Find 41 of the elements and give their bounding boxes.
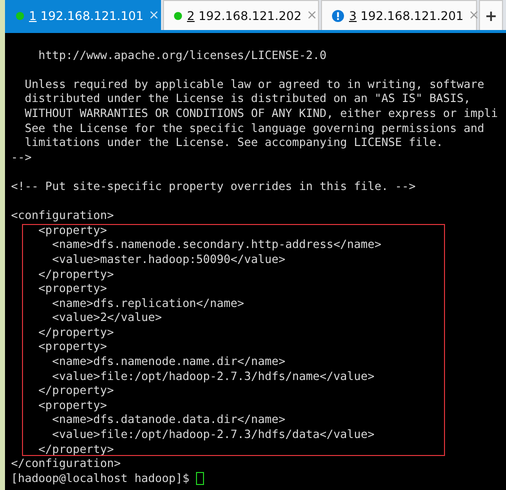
terminal-line: <name>dfs.namenode.secondary.http-address</name> (51, 237, 382, 252)
terminal-line: See the License for the specific language governing permissions and (24, 120, 484, 136)
connected-status-icon (174, 12, 182, 20)
terminal-line: <property> (37, 339, 108, 354)
terminal-line: <value>master.hadoop:50090</value> (51, 252, 286, 266)
terminal-line: <!-- Put site-specific property overrides in this file. --> (11, 178, 416, 194)
terminal-line: limitations under the License. See accompanying LICENSE file. (24, 135, 444, 150)
terminal-line: </property> (37, 383, 114, 398)
shell-prompt: [hadoop@localhost hadoop]$ (11, 470, 190, 486)
terminal-line: <configuration> (11, 208, 114, 223)
terminal-line: <name>dfs.replication</name> (51, 296, 244, 310)
new-tab-button[interactable]: + (479, 0, 503, 30)
terminal-line: <property> (37, 281, 108, 296)
terminal-line: <value>file:/opt/hadoop-2.7.3/hdfs/name</value> (51, 368, 374, 384)
terminal-line: http://www.apache.org/licenses/LICENSE-2.0 (37, 48, 326, 62)
exclamation-icon (332, 10, 344, 22)
terminal-line: </property> (37, 324, 114, 340)
terminal-line: --> (11, 150, 32, 164)
terminal-line: Unless required by applicable law or agreed to in writing, software (24, 76, 484, 92)
text-cursor (196, 472, 204, 485)
tab-title: 2 192.168.121.202 (187, 8, 302, 22)
close-tab-button[interactable]: × (148, 8, 160, 23)
terminal-line: <property> (37, 222, 108, 238)
tab-title: 3 192.168.121.201 (349, 8, 464, 22)
terminal-line: </configuration> (11, 456, 121, 471)
terminal-line: <value>file:/opt/hadoop-2.7.3/hdfs/data</value> (51, 427, 374, 442)
terminal-line: distributed under the License is distributed on an "AS IS" BASIS, (24, 91, 470, 106)
terminal-line: <name>dfs.namenode.name.dir</name> (51, 354, 286, 369)
connected-status-icon (16, 12, 24, 20)
session-tab[interactable]: 2 192.168.121.202 × (163, 0, 319, 30)
session-tab[interactable]: 3 192.168.121.201 × (321, 0, 477, 30)
tab-title: 1 192.168.121.101 (29, 8, 144, 22)
terminal-line: <property> (37, 398, 108, 412)
close-tab-button[interactable]: × (468, 8, 480, 23)
terminal-line: <name>dfs.datanode.data.dir</name> (51, 412, 286, 428)
terminal-line: <value>2</value> (51, 310, 162, 325)
session-tab[interactable]: 1 192.168.121.101 × (5, 0, 161, 30)
terminal-line: WITHOUT WARRANTIES OR CONDITIONS OF ANY KIND, either express or impli (24, 106, 498, 121)
terminal-line: </property> (37, 266, 114, 282)
close-tab-button[interactable]: × (306, 8, 318, 23)
terminal-line: </property> (37, 442, 114, 456)
